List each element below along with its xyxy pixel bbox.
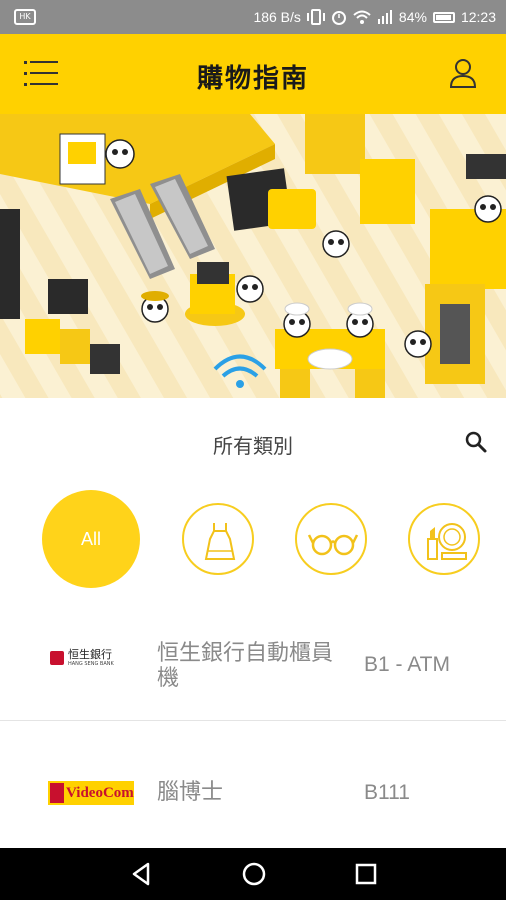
store-name: 恒生銀行自動櫃員機 — [157, 641, 334, 691]
signal-icon — [377, 10, 392, 24]
category-beauty-chip[interactable] — [408, 503, 480, 575]
category-all-label: All — [80, 529, 101, 549]
notification-icon: HK — [14, 9, 36, 25]
store-logo-subtext: HANG SENG BANK — [68, 661, 114, 667]
vibrate-icon — [306, 9, 325, 25]
clock: 12:23 — [460, 9, 496, 25]
alarm-icon — [331, 11, 346, 25]
mall-illustration — [0, 114, 506, 398]
page-title: 購物指南 — [196, 64, 309, 94]
category-all-chip[interactable]: All — [42, 490, 140, 588]
app-bar: 購物指南 — [0, 34, 506, 114]
dress-icon — [204, 523, 236, 560]
battery-icon — [432, 11, 455, 23]
wifi-icon — [353, 10, 371, 24]
store-row[interactable]: 恒生銀行 HANG SENG BANK 恒生銀行自動櫃員機 B1 - ATM — [0, 594, 506, 721]
cosmetics-icon — [427, 523, 467, 560]
battery-percent: 84% — [398, 9, 427, 25]
store-location: B111 — [364, 781, 410, 804]
category-chips: All — [0, 484, 506, 594]
status-bar: HK 186 B/s 84% 12:23 — [0, 0, 506, 34]
system-nav-bar — [0, 848, 506, 900]
store-logo-text: 恒生銀行 — [68, 648, 112, 661]
user-icon[interactable] — [448, 56, 478, 90]
store-location: B1 - ATM — [364, 653, 450, 676]
status-indicators: 186 B/s 84% 12:23 — [253, 0, 496, 34]
hero-banner — [0, 114, 506, 398]
store-name: 腦博士 — [157, 780, 224, 805]
category-optical-chip[interactable] — [295, 503, 367, 575]
home-icon[interactable] — [240, 860, 268, 888]
back-icon[interactable] — [128, 860, 156, 888]
search-icon[interactable] — [464, 430, 488, 454]
videocom-logo-icon — [50, 783, 64, 803]
category-title: 所有類別 — [213, 434, 293, 458]
glasses-icon — [307, 534, 359, 556]
recents-icon[interactable] — [352, 860, 380, 888]
category-fashion-chip[interactable] — [182, 503, 254, 575]
store-row[interactable]: VideoCom 腦博士 B111 — [0, 721, 506, 848]
network-speed: 186 B/s — [253, 9, 301, 25]
store-logo-text: VideoCom — [66, 784, 134, 801]
store-logo: VideoCom — [48, 781, 134, 805]
hang-seng-logo-icon — [50, 651, 64, 665]
store-logo: 恒生銀行 HANG SENG BANK — [50, 649, 136, 667]
category-header: 所有類別 — [0, 398, 506, 484]
